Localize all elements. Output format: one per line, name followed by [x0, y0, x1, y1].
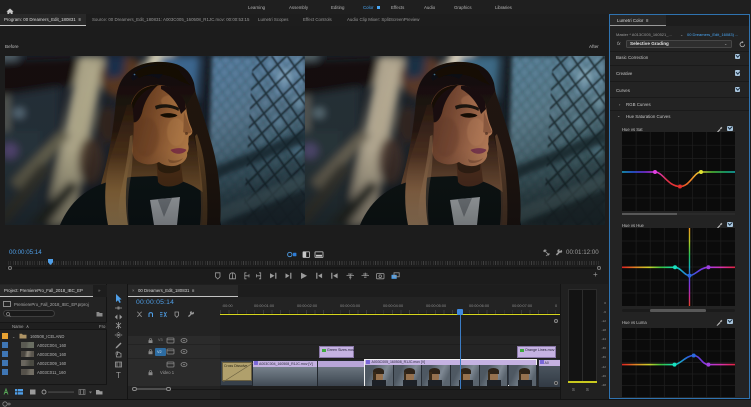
svg-text:T: T [116, 371, 121, 379]
